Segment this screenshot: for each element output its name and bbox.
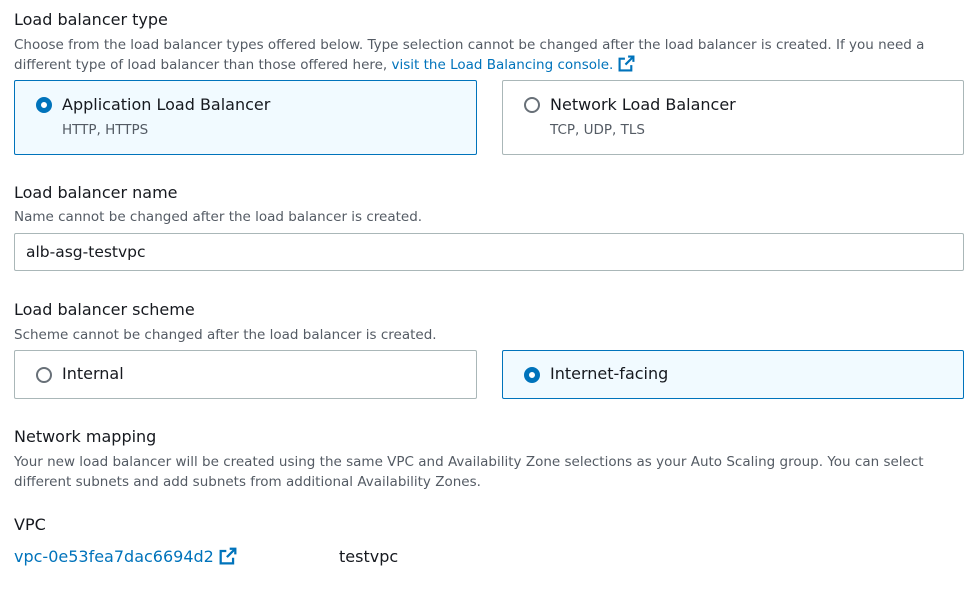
lb-name-label: Load balancer name <box>14 183 178 202</box>
radio-network-load-balancer[interactable] <box>524 97 540 113</box>
tile-application-load-balancer[interactable]: Application Load Balancer HTTP, HTTPS <box>14 80 477 155</box>
lb-name-input[interactable] <box>14 233 964 271</box>
tile-title-internal: Internal <box>62 364 124 383</box>
lb-name-description: Name cannot be changed after the load ba… <box>14 209 423 225</box>
vpc-label: VPC <box>14 515 46 534</box>
lb-scheme-description: Scheme cannot be changed after the load … <box>14 327 437 343</box>
radio-scheme-internal[interactable] <box>36 367 52 383</box>
tile-scheme-internal[interactable]: Internal <box>14 350 477 399</box>
console-link-label: visit the Load Balancing console. <box>391 57 614 73</box>
lb-type-description: Choose from the load balancer types offe… <box>14 35 944 75</box>
tile-title-internet-facing: Internet-facing <box>550 364 669 383</box>
tile-network-load-balancer[interactable]: Network Load Balancer TCP, UDP, TLS <box>502 80 964 155</box>
external-link-icon <box>618 55 635 72</box>
lb-type-label: Load balancer type <box>14 10 168 29</box>
network-mapping-label: Network mapping <box>14 427 157 446</box>
vpc-id-text: vpc-0e53fea7dac6694d2 <box>14 547 214 566</box>
vpc-id-link[interactable]: vpc-0e53fea7dac6694d2 <box>14 547 237 566</box>
tile-subtitle-application: HTTP, HTTPS <box>62 122 149 138</box>
tile-scheme-internet-facing[interactable]: Internet-facing <box>502 350 964 399</box>
tile-title-application: Application Load Balancer <box>62 95 271 114</box>
radio-application-load-balancer[interactable] <box>36 97 52 113</box>
vpc-row: vpc-0e53fea7dac6694d2 testvpc <box>14 547 964 569</box>
tile-title-network: Network Load Balancer <box>550 95 736 114</box>
radio-scheme-internet-facing[interactable] <box>524 367 540 383</box>
lb-scheme-label: Load balancer scheme <box>14 300 195 319</box>
load-balancing-console-link[interactable]: visit the Load Balancing console. <box>391 55 636 73</box>
tile-subtitle-network: TCP, UDP, TLS <box>550 122 645 138</box>
external-link-icon <box>219 547 237 565</box>
network-mapping-description: Your new load balancer will be created u… <box>14 454 924 490</box>
vpc-name: testvpc <box>339 547 399 566</box>
